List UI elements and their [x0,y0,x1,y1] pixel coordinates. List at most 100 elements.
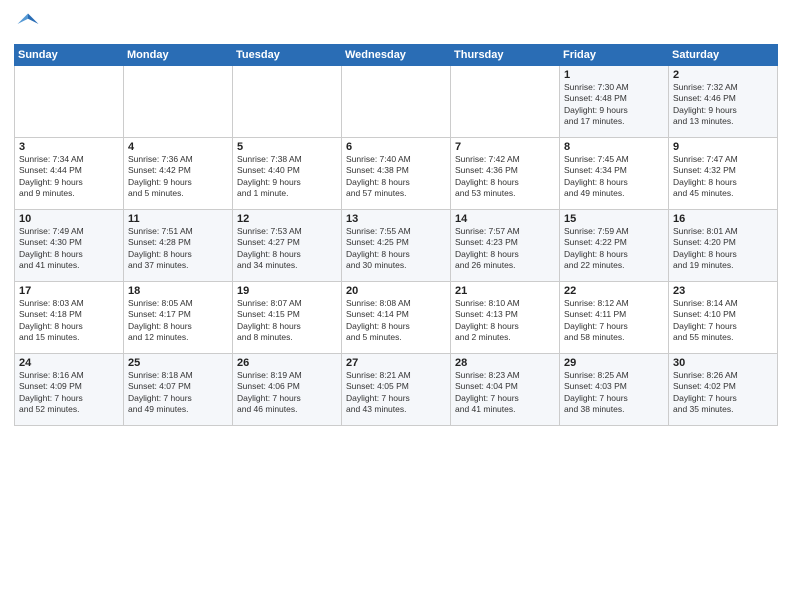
day-info: Sunrise: 8:05 AM Sunset: 4:17 PM Dayligh… [128,298,193,342]
day-number: 6 [346,141,446,153]
day-info: Sunrise: 7:42 AM Sunset: 4:36 PM Dayligh… [455,154,520,198]
day-number: 9 [673,141,773,153]
day-cell [233,66,342,138]
day-info: Sunrise: 8:08 AM Sunset: 4:14 PM Dayligh… [346,298,411,342]
weekday-header-wednesday: Wednesday [342,45,451,66]
day-cell: 2Sunrise: 7:32 AM Sunset: 4:46 PM Daylig… [669,66,778,138]
day-info: Sunrise: 7:38 AM Sunset: 4:40 PM Dayligh… [237,154,302,198]
day-cell: 27Sunrise: 8:21 AM Sunset: 4:05 PM Dayli… [342,354,451,426]
weekday-header-friday: Friday [560,45,669,66]
day-number: 4 [128,141,228,153]
day-cell [15,66,124,138]
calendar-table: SundayMondayTuesdayWednesdayThursdayFrid… [14,44,778,426]
day-number: 18 [128,285,228,297]
day-cell: 16Sunrise: 8:01 AM Sunset: 4:20 PM Dayli… [669,210,778,282]
day-number: 22 [564,285,664,297]
day-number: 1 [564,69,664,81]
weekday-header-tuesday: Tuesday [233,45,342,66]
day-cell: 15Sunrise: 7:59 AM Sunset: 4:22 PM Dayli… [560,210,669,282]
day-number: 3 [19,141,119,153]
day-number: 14 [455,213,555,225]
day-number: 12 [237,213,337,225]
day-number: 30 [673,357,773,369]
day-cell: 18Sunrise: 8:05 AM Sunset: 4:17 PM Dayli… [124,282,233,354]
week-row-3: 10Sunrise: 7:49 AM Sunset: 4:30 PM Dayli… [15,210,778,282]
day-cell: 28Sunrise: 8:23 AM Sunset: 4:04 PM Dayli… [451,354,560,426]
logo-icon [14,10,42,38]
week-row-1: 1Sunrise: 7:30 AM Sunset: 4:48 PM Daylig… [15,66,778,138]
day-info: Sunrise: 8:07 AM Sunset: 4:15 PM Dayligh… [237,298,302,342]
day-info: Sunrise: 7:59 AM Sunset: 4:22 PM Dayligh… [564,226,629,270]
day-cell: 13Sunrise: 7:55 AM Sunset: 4:25 PM Dayli… [342,210,451,282]
weekday-header-thursday: Thursday [451,45,560,66]
day-info: Sunrise: 8:18 AM Sunset: 4:07 PM Dayligh… [128,370,193,414]
day-info: Sunrise: 7:53 AM Sunset: 4:27 PM Dayligh… [237,226,302,270]
day-info: Sunrise: 7:36 AM Sunset: 4:42 PM Dayligh… [128,154,193,198]
day-number: 27 [346,357,446,369]
day-info: Sunrise: 8:12 AM Sunset: 4:11 PM Dayligh… [564,298,629,342]
day-info: Sunrise: 8:16 AM Sunset: 4:09 PM Dayligh… [19,370,84,414]
day-info: Sunrise: 8:03 AM Sunset: 4:18 PM Dayligh… [19,298,84,342]
day-cell: 9Sunrise: 7:47 AM Sunset: 4:32 PM Daylig… [669,138,778,210]
day-number: 20 [346,285,446,297]
day-cell: 29Sunrise: 8:25 AM Sunset: 4:03 PM Dayli… [560,354,669,426]
day-number: 28 [455,357,555,369]
day-cell: 30Sunrise: 8:26 AM Sunset: 4:02 PM Dayli… [669,354,778,426]
weekday-header-row: SundayMondayTuesdayWednesdayThursdayFrid… [15,45,778,66]
day-number: 11 [128,213,228,225]
week-row-5: 24Sunrise: 8:16 AM Sunset: 4:09 PM Dayli… [15,354,778,426]
week-row-4: 17Sunrise: 8:03 AM Sunset: 4:18 PM Dayli… [15,282,778,354]
day-number: 26 [237,357,337,369]
day-number: 5 [237,141,337,153]
day-cell: 3Sunrise: 7:34 AM Sunset: 4:44 PM Daylig… [15,138,124,210]
day-cell: 25Sunrise: 8:18 AM Sunset: 4:07 PM Dayli… [124,354,233,426]
day-info: Sunrise: 8:10 AM Sunset: 4:13 PM Dayligh… [455,298,520,342]
day-info: Sunrise: 8:23 AM Sunset: 4:04 PM Dayligh… [455,370,520,414]
day-info: Sunrise: 7:57 AM Sunset: 4:23 PM Dayligh… [455,226,520,270]
day-number: 2 [673,69,773,81]
day-number: 15 [564,213,664,225]
day-cell: 24Sunrise: 8:16 AM Sunset: 4:09 PM Dayli… [15,354,124,426]
day-number: 10 [19,213,119,225]
day-cell: 14Sunrise: 7:57 AM Sunset: 4:23 PM Dayli… [451,210,560,282]
day-info: Sunrise: 7:34 AM Sunset: 4:44 PM Dayligh… [19,154,84,198]
day-number: 8 [564,141,664,153]
day-cell: 22Sunrise: 8:12 AM Sunset: 4:11 PM Dayli… [560,282,669,354]
day-number: 7 [455,141,555,153]
day-info: Sunrise: 7:47 AM Sunset: 4:32 PM Dayligh… [673,154,738,198]
weekday-header-monday: Monday [124,45,233,66]
day-cell [124,66,233,138]
day-info: Sunrise: 8:25 AM Sunset: 4:03 PM Dayligh… [564,370,629,414]
day-number: 29 [564,357,664,369]
day-cell: 20Sunrise: 8:08 AM Sunset: 4:14 PM Dayli… [342,282,451,354]
day-info: Sunrise: 7:49 AM Sunset: 4:30 PM Dayligh… [19,226,84,270]
day-info: Sunrise: 7:45 AM Sunset: 4:34 PM Dayligh… [564,154,629,198]
page: SundayMondayTuesdayWednesdayThursdayFrid… [0,0,792,612]
day-cell: 7Sunrise: 7:42 AM Sunset: 4:36 PM Daylig… [451,138,560,210]
week-row-2: 3Sunrise: 7:34 AM Sunset: 4:44 PM Daylig… [15,138,778,210]
day-number: 17 [19,285,119,297]
day-cell: 10Sunrise: 7:49 AM Sunset: 4:30 PM Dayli… [15,210,124,282]
day-cell: 11Sunrise: 7:51 AM Sunset: 4:28 PM Dayli… [124,210,233,282]
day-info: Sunrise: 7:51 AM Sunset: 4:28 PM Dayligh… [128,226,193,270]
day-cell: 4Sunrise: 7:36 AM Sunset: 4:42 PM Daylig… [124,138,233,210]
day-number: 13 [346,213,446,225]
day-cell: 8Sunrise: 7:45 AM Sunset: 4:34 PM Daylig… [560,138,669,210]
weekday-header-sunday: Sunday [15,45,124,66]
day-number: 23 [673,285,773,297]
day-number: 25 [128,357,228,369]
day-info: Sunrise: 7:30 AM Sunset: 4:48 PM Dayligh… [564,82,629,126]
day-cell: 5Sunrise: 7:38 AM Sunset: 4:40 PM Daylig… [233,138,342,210]
day-cell [451,66,560,138]
day-cell [342,66,451,138]
day-cell: 19Sunrise: 8:07 AM Sunset: 4:15 PM Dayli… [233,282,342,354]
day-info: Sunrise: 7:55 AM Sunset: 4:25 PM Dayligh… [346,226,411,270]
day-info: Sunrise: 8:01 AM Sunset: 4:20 PM Dayligh… [673,226,738,270]
day-cell: 12Sunrise: 7:53 AM Sunset: 4:27 PM Dayli… [233,210,342,282]
day-number: 21 [455,285,555,297]
day-info: Sunrise: 7:40 AM Sunset: 4:38 PM Dayligh… [346,154,411,198]
day-number: 24 [19,357,119,369]
logo [14,10,44,38]
day-info: Sunrise: 8:14 AM Sunset: 4:10 PM Dayligh… [673,298,738,342]
day-cell: 1Sunrise: 7:30 AM Sunset: 4:48 PM Daylig… [560,66,669,138]
